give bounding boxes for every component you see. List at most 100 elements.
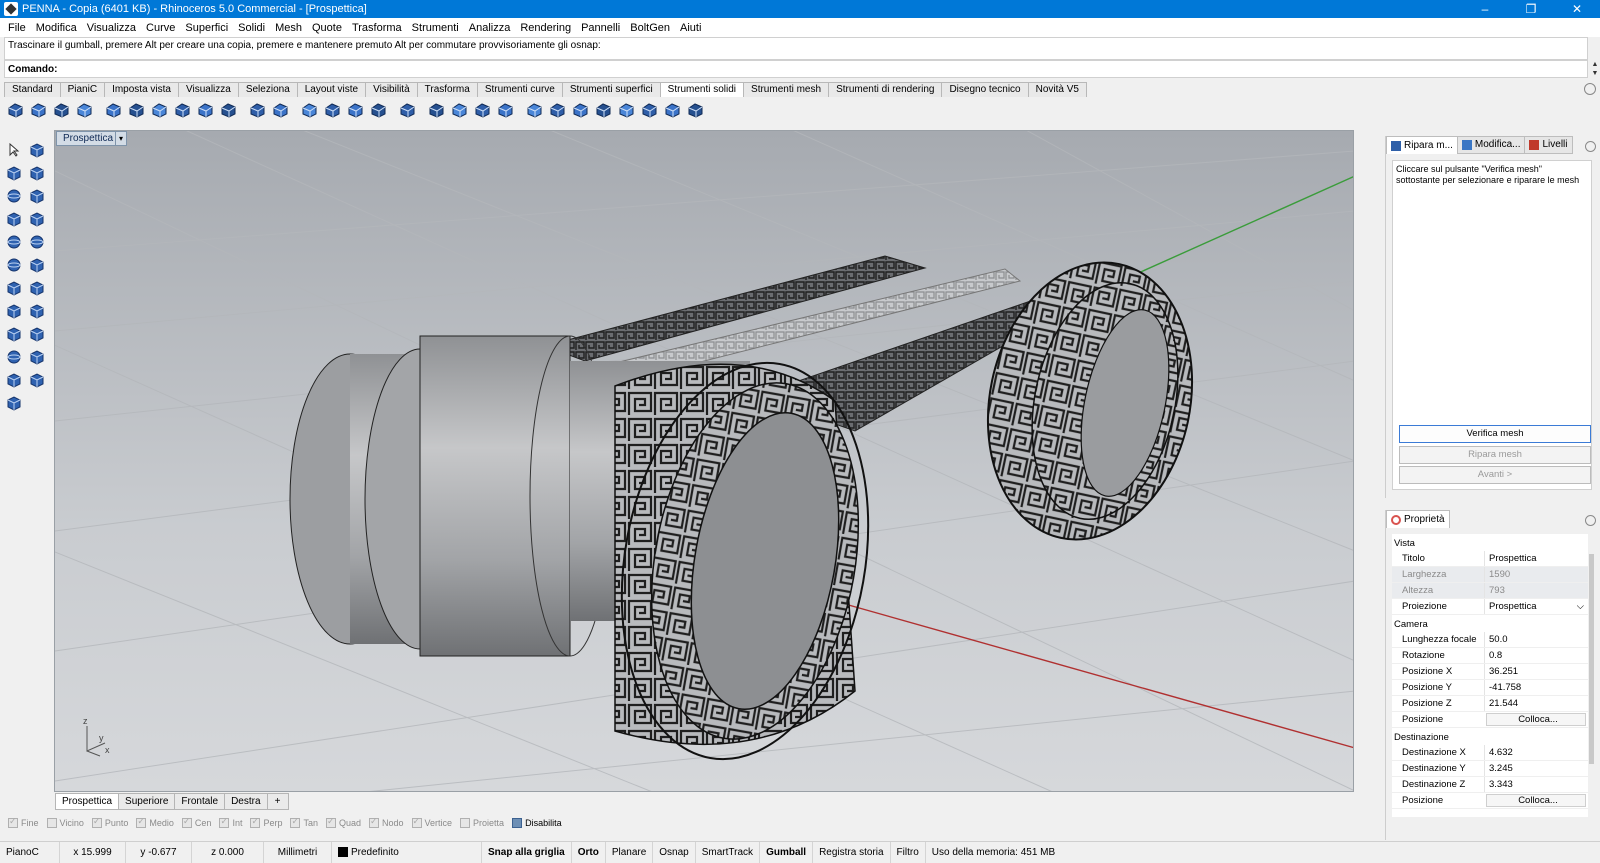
panel-gear-icon[interactable] xyxy=(1585,141,1596,152)
status-filter[interactable]: Filtro xyxy=(891,841,926,863)
prop-pos-z-value[interactable]: 21.544 xyxy=(1484,696,1588,711)
prop-pos-x[interactable]: Posizione X 36.251 xyxy=(1392,664,1588,680)
command-input[interactable] xyxy=(61,63,1584,75)
osnap-quad[interactable]: Quad xyxy=(325,816,361,828)
prop-focal-value[interactable]: 50.0 xyxy=(1484,632,1588,647)
status-units[interactable]: Millimetri xyxy=(264,841,332,863)
paraboloid-icon[interactable] xyxy=(25,253,48,276)
prop-target-z[interactable]: Destinazione Z 3.343 xyxy=(1392,777,1588,793)
prop-target-x[interactable]: Destinazione X 4.632 xyxy=(1392,745,1588,761)
tab-novita-v5[interactable]: Novità V5 xyxy=(1027,82,1087,97)
status-smarttrack[interactable]: SmartTrack xyxy=(696,841,761,863)
panel-tab-proprieta[interactable]: Proprietà xyxy=(1386,510,1450,528)
viewport-menu-chevron-icon[interactable]: ▾ xyxy=(115,131,127,146)
menu-mesh[interactable]: Mesh xyxy=(270,22,307,34)
prop-position[interactable]: Posizione Colloca... xyxy=(1392,712,1588,728)
cap-holes-icon[interactable] xyxy=(248,101,267,120)
menu-modifica[interactable]: Modifica xyxy=(31,22,82,34)
offset-surface-icon[interactable] xyxy=(127,101,146,120)
tab-strumenti-curve[interactable]: Strumenti curve xyxy=(476,82,563,97)
prop-pos-z[interactable]: Posizione Z 21.544 xyxy=(1392,696,1588,712)
tube-icon[interactable] xyxy=(25,322,48,345)
osnap-nodo[interactable]: Nodo xyxy=(369,816,404,828)
grid-icon[interactable] xyxy=(640,101,659,120)
osnap-punto[interactable]: Punto xyxy=(91,816,128,828)
status-record-history[interactable]: Registra storia xyxy=(813,841,891,863)
truncated-cone-icon[interactable] xyxy=(25,276,48,299)
osnap-proietta[interactable]: Proietta xyxy=(460,818,504,828)
panel-tab-modifica[interactable]: Modifica... xyxy=(1456,136,1526,154)
osnap-vicino[interactable]: Vicino xyxy=(46,818,84,828)
sphere-icon[interactable] xyxy=(2,230,25,253)
delete-hole-icon[interactable] xyxy=(686,101,705,120)
make-hole-icon[interactable] xyxy=(427,101,446,120)
osnap-checkbox[interactable] xyxy=(219,816,230,828)
merge-faces-icon[interactable] xyxy=(369,101,388,120)
viewport-tab-superiore[interactable]: Superiore xyxy=(118,793,176,810)
panel-tab-livelli[interactable]: Livelli xyxy=(1524,136,1573,154)
command-scroll-arrows[interactable]: ▲ ▼ xyxy=(1590,60,1600,78)
tab-pianic[interactable]: PianiC xyxy=(59,82,106,97)
prop-rotation-value[interactable]: 0.8 xyxy=(1484,648,1588,663)
osnap-vertice[interactable]: Vertice xyxy=(411,816,452,828)
status-planar[interactable]: Planare xyxy=(606,841,654,863)
pyramid-icon[interactable] xyxy=(2,299,25,322)
prop-rotation[interactable]: Rotazione 0.8 xyxy=(1392,648,1588,664)
prop-focal[interactable]: Lunghezza focale 50.0 xyxy=(1392,632,1588,648)
menu-rendering[interactable]: Rendering xyxy=(515,22,576,34)
shell-icon[interactable] xyxy=(196,101,215,120)
extrude-face-icon[interactable] xyxy=(104,101,123,120)
status-gumball[interactable]: Gumball xyxy=(760,841,814,863)
status-osnap[interactable]: Osnap xyxy=(653,841,696,863)
properties-scrollbar[interactable] xyxy=(1588,534,1596,817)
menu-strumenti[interactable]: Strumenti xyxy=(407,22,464,34)
select-arrow-icon[interactable] xyxy=(2,138,25,161)
blend-edges-icon[interactable] xyxy=(571,101,590,120)
prop-target-y[interactable]: Destinazione Y 3.245 xyxy=(1392,761,1588,777)
scale-icon[interactable] xyxy=(25,138,48,161)
tab-disegno-tecnico[interactable]: Disegno tecnico xyxy=(941,82,1029,97)
extrude-icon[interactable] xyxy=(25,368,48,391)
text-object-icon[interactable] xyxy=(525,101,544,120)
osnap-disabilita[interactable]: Disabilita xyxy=(512,818,562,828)
wedge-icon[interactable] xyxy=(25,299,48,322)
add-viewport-button[interactable]: + xyxy=(266,793,289,810)
status-grid-snap[interactable]: Snap alla griglia xyxy=(482,841,572,863)
cylinder-icon[interactable] xyxy=(2,322,25,345)
menu-analizza[interactable]: Analizza xyxy=(464,22,516,34)
menu-file[interactable]: File xyxy=(3,22,31,34)
ellipsoid-icon[interactable] xyxy=(2,253,25,276)
viewport-tab-prospettica[interactable]: Prospettica xyxy=(55,793,120,810)
osnap-checkbox[interactable] xyxy=(512,818,523,828)
menu-trasforma[interactable]: Trasforma xyxy=(347,22,407,34)
panel-tab-ripara-mesh[interactable]: Ripara m... xyxy=(1386,136,1458,154)
tab-strumenti-solidi[interactable]: Strumenti solidi xyxy=(659,82,745,97)
osnap-checkbox[interactable] xyxy=(8,816,18,828)
mesh-grid-icon[interactable] xyxy=(663,101,682,120)
wire-cut-icon[interactable] xyxy=(219,101,238,120)
tab-visualizza[interactable]: Visualizza xyxy=(177,82,239,97)
next-button[interactable]: Avanti > xyxy=(1399,466,1591,484)
osnap-checkbox[interactable] xyxy=(46,818,57,828)
rotate-hole-icon[interactable] xyxy=(473,101,492,120)
move-untrimmed-icon[interactable] xyxy=(398,101,417,120)
point-icon[interactable] xyxy=(2,161,25,184)
tab-strumenti-rendering[interactable]: Strumenti di rendering xyxy=(828,82,943,97)
osnap-perp[interactable]: Perp xyxy=(250,816,282,828)
box-solid-icon[interactable] xyxy=(25,207,48,230)
tab-layout-viste[interactable]: Layout viste xyxy=(296,82,367,97)
rebuild-icon[interactable] xyxy=(617,101,636,120)
properties-gear-icon[interactable] xyxy=(1585,515,1596,526)
prop-target-z-value[interactable]: 3.343 xyxy=(1484,777,1588,792)
merge-edge-icon[interactable] xyxy=(346,101,365,120)
boolean-difference-icon[interactable] xyxy=(29,101,48,120)
prop-pos-y-value[interactable]: -41.758 xyxy=(1484,680,1588,695)
minimize-button[interactable]: – xyxy=(1462,0,1508,18)
menu-solidi[interactable]: Solidi xyxy=(233,22,270,34)
boolean-intersection-icon[interactable] xyxy=(52,101,71,120)
tab-strumenti-mesh[interactable]: Strumenti mesh xyxy=(743,82,830,97)
status-ortho[interactable]: Orto xyxy=(572,841,606,863)
osnap-cen[interactable]: Cen xyxy=(181,816,211,828)
status-cplane[interactable]: PianoC xyxy=(0,841,60,863)
viewport-tab-frontale[interactable]: Frontale xyxy=(174,793,226,810)
